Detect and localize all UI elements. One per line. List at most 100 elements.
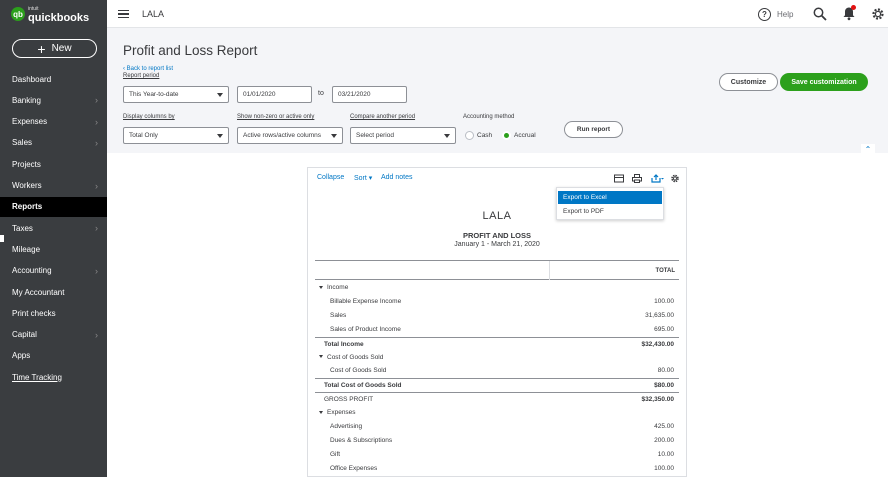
report-row: Expenses (315, 406, 679, 420)
sidebar-item-time-tracking[interactable]: Time Tracking (0, 367, 107, 387)
collapse-link[interactable]: Collapse (317, 174, 344, 181)
chevron-right-icon: › (95, 223, 98, 234)
cash-radio[interactable] (465, 131, 474, 140)
report-row-amount[interactable]: 425.00 (654, 423, 674, 430)
help-label[interactable]: Help (777, 10, 793, 19)
report-row-text: Office Expenses (330, 464, 378, 472)
run-report-button[interactable]: Run report (564, 121, 623, 138)
report-period-label: Report period (123, 73, 160, 79)
report-section-toggle[interactable]: Expenses (319, 409, 356, 416)
customize-button[interactable]: Customize (719, 73, 778, 91)
report-row-amount[interactable]: 695.00 (654, 326, 674, 333)
report-row: Cost of Goods Sold (315, 351, 679, 365)
report-row: Office Expenses 100.00 (315, 462, 679, 476)
date-to-input[interactable]: 03/21/2020 (332, 86, 407, 103)
report-row-amount[interactable]: 100.00 (654, 298, 674, 305)
report-row-label: Cost of Goods Sold (330, 367, 386, 374)
report-row-text: Cost of Goods Sold (330, 367, 387, 375)
export-to-pdf-item[interactable]: Export to PDF (558, 205, 662, 218)
report-row: Billable Expense Income 100.00 (315, 295, 679, 309)
report-row-text: Billable Expense Income (330, 297, 402, 305)
display-columns-value: Total Only (129, 132, 158, 139)
save-customization-button[interactable]: Save customization (780, 73, 868, 91)
compare-period-label: Compare another period (350, 114, 416, 120)
total-column-header[interactable]: TOTAL (656, 268, 675, 274)
report-row-amount[interactable]: $32,350.00 (641, 396, 674, 403)
sidebar-item-expenses[interactable]: Expenses › (0, 112, 107, 132)
sidebar-item-projects[interactable]: Projects (0, 154, 107, 174)
search-icon[interactable] (813, 7, 827, 21)
new-button[interactable]: + New (12, 39, 97, 58)
page-title: Profit and Loss Report (123, 43, 258, 58)
sidebar-item-accounting[interactable]: Accounting › (0, 261, 107, 281)
gear-icon[interactable] (871, 7, 885, 21)
report-row-amount[interactable]: $80.00 (654, 382, 674, 389)
settings-gear-icon[interactable] (670, 174, 680, 183)
notification-badge (851, 5, 856, 10)
compare-period-value: Select period (356, 132, 394, 139)
chevron-down-icon (217, 134, 223, 138)
show-nonzero-select[interactable]: Active rows/active columns (237, 127, 343, 144)
sort-label: Sort (354, 175, 367, 182)
sidebar-item-print-checks[interactable]: Print checks (0, 303, 107, 323)
chevron-right-icon: › (95, 95, 98, 106)
sidebar-item-my-accountant[interactable]: My Accountant (0, 282, 107, 302)
email-icon[interactable] (614, 174, 624, 183)
accounting-method-label: Accounting method (463, 114, 515, 120)
report-row-amount[interactable]: 100.00 (654, 465, 674, 472)
report-row-amount[interactable]: $32,430.00 (641, 341, 674, 348)
sidebar-item-label: Mileage (12, 244, 41, 254)
report-row-amount[interactable]: 10.00 (658, 451, 674, 458)
help-icon[interactable]: ? (758, 8, 771, 21)
compare-period-select[interactable]: Select period (350, 127, 456, 144)
sidebar-item-taxes[interactable]: Taxes › (0, 218, 107, 238)
report-row-label: Office Expenses (330, 465, 377, 472)
sidebar-item-mileage[interactable]: Mileage (0, 239, 107, 259)
date-from-value: 01/01/2020 (243, 91, 276, 98)
caret-down-icon (319, 410, 323, 414)
export-icon[interactable] (651, 174, 664, 183)
sidebar-item-capital[interactable]: Capital › (0, 325, 107, 345)
report-row: Total Cost of Goods Sold $80.00 (315, 378, 679, 392)
column-divider (549, 261, 550, 280)
chevron-down-icon (331, 134, 337, 138)
report-row-text: Advertising (330, 423, 363, 430)
chevron-right-icon: › (95, 116, 98, 127)
sidebar-item-label: Print checks (12, 308, 56, 318)
sidebar-item-sales[interactable]: Sales › (0, 133, 107, 153)
report-period-value: This Year-to-date (129, 91, 179, 98)
sidebar-item-dashboard[interactable]: Dashboard (0, 69, 107, 89)
report-row: Sales of Product Income 695.00 (315, 323, 679, 337)
back-to-report-list-link[interactable]: ‹ Back to report list (123, 66, 173, 72)
sidebar-item-banking[interactable]: Banking › (0, 90, 107, 110)
quickbooks-logo[interactable]: qb intuit quickbooks (11, 5, 89, 24)
display-columns-select[interactable]: Total Only (123, 127, 229, 144)
date-from-input[interactable]: 01/01/2020 (237, 86, 312, 103)
report-row-amount[interactable]: 80.00 (658, 367, 674, 374)
sidebar-item-workers[interactable]: Workers › (0, 176, 107, 196)
report-row-text: Gift (330, 450, 341, 458)
display-columns-label: Display columns by (123, 114, 175, 120)
report-title: PROFIT AND LOSS (462, 231, 532, 240)
sidebar-item-reports[interactable]: Reports (0, 196, 107, 217)
collapse-filters-icon[interactable]: ⌃ (861, 144, 875, 154)
sidebar-item-label: Workers (12, 181, 42, 190)
sidebar-item-apps[interactable]: Apps (0, 346, 107, 366)
sort-dropdown[interactable]: Sort ▾ (354, 174, 372, 182)
add-notes-link[interactable]: Add notes (381, 174, 413, 181)
chevron-right-icon: › (95, 265, 98, 276)
show-nonzero-value: Active rows/active columns (243, 132, 322, 139)
report-row-amount[interactable]: 200.00 (654, 437, 674, 444)
report-section-toggle[interactable]: Income (319, 284, 348, 291)
report-row-amount[interactable]: 31,635.00 (645, 312, 674, 319)
chevron-down-icon (444, 134, 450, 138)
report-row-label: Dues & Subscriptions (330, 437, 392, 444)
report-section-toggle[interactable]: Cost of Goods Sold (319, 354, 383, 361)
accrual-radio[interactable] (502, 131, 511, 140)
hamburger-menu-icon[interactable] (118, 10, 129, 18)
export-to-excel-item[interactable]: Export to Excel (558, 191, 662, 204)
report-period-select[interactable]: This Year-to-date (123, 86, 229, 103)
print-icon[interactable] (632, 174, 642, 183)
sidebar-item-label: Expenses (12, 117, 48, 127)
report-row-text: Total Income (324, 340, 364, 348)
